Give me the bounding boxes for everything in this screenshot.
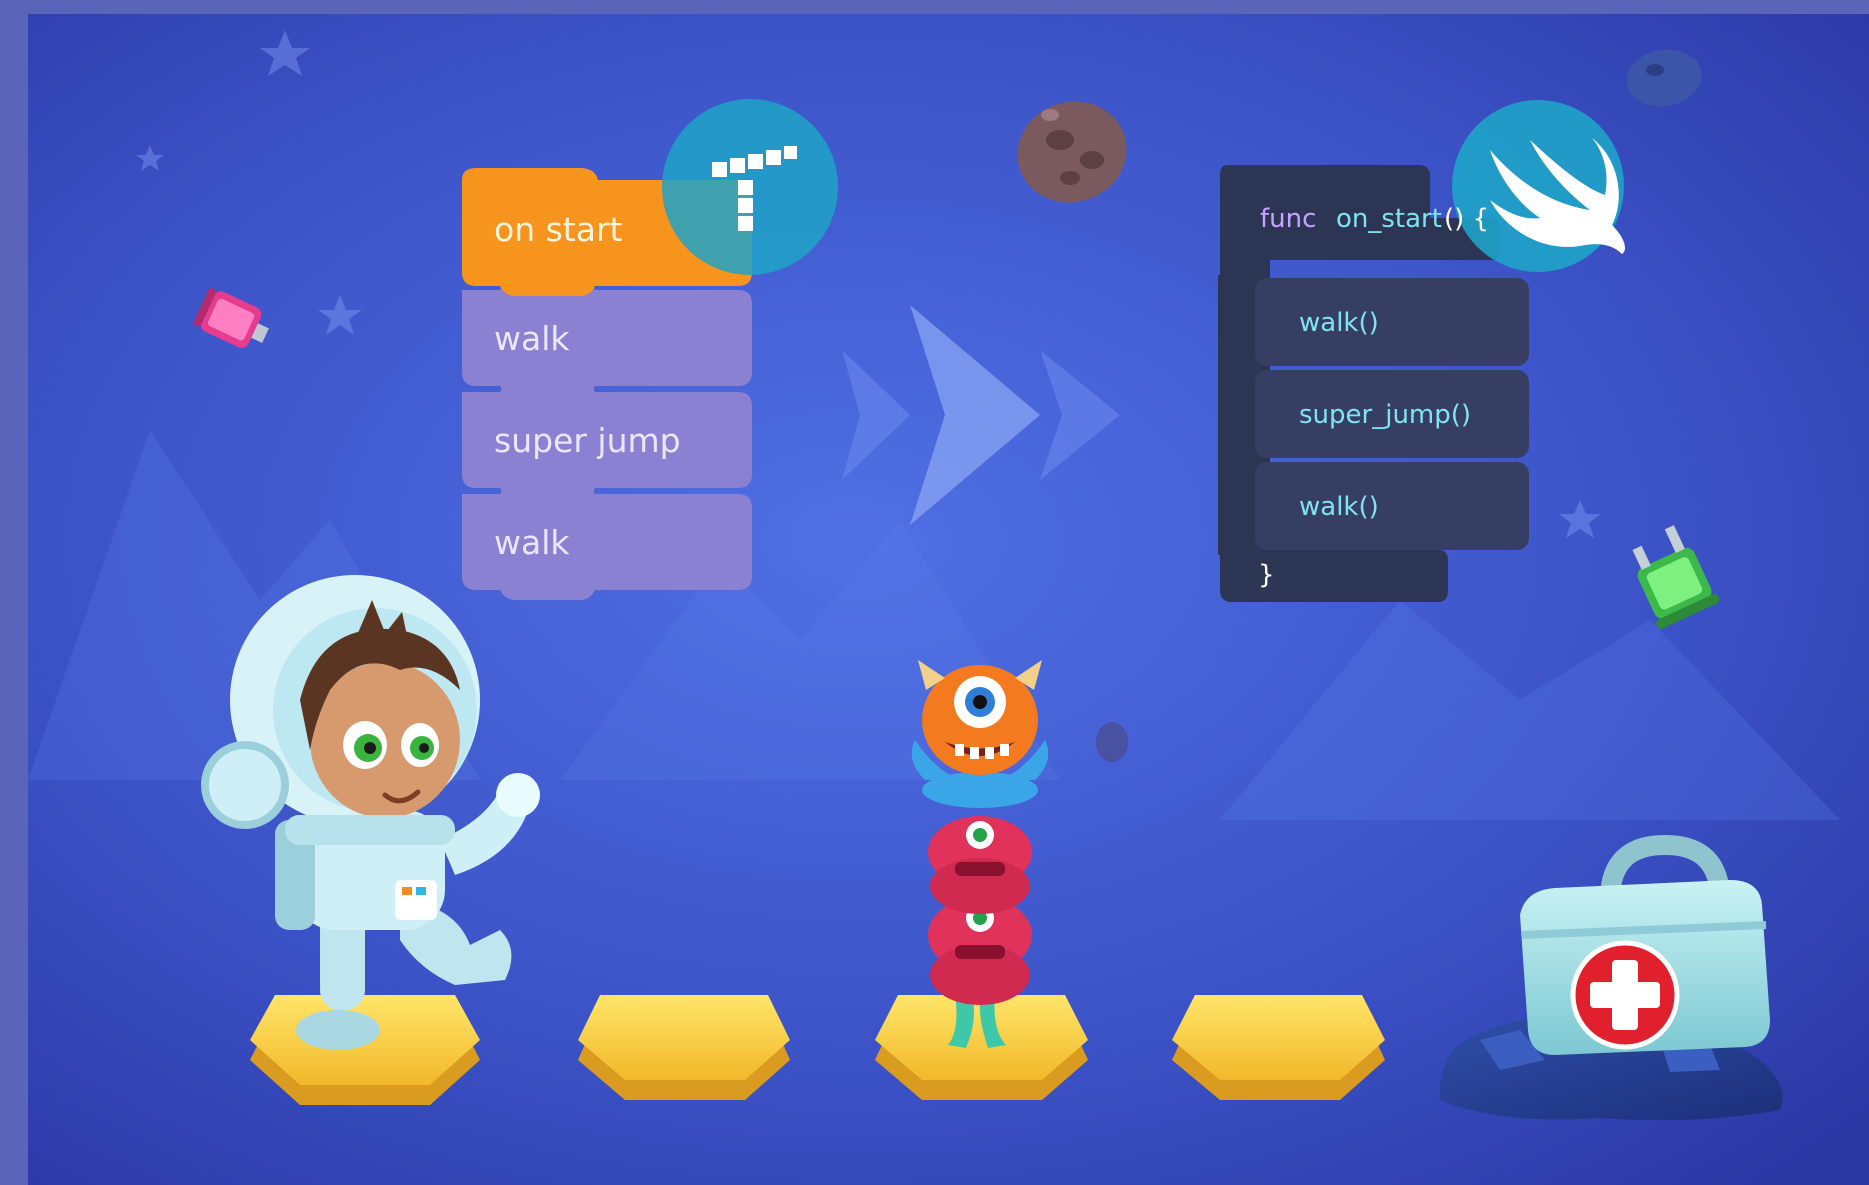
action-block-walk[interactable]: walk xyxy=(462,290,722,386)
action-block-label: walk xyxy=(494,318,570,358)
event-block-label: on start xyxy=(494,209,623,249)
action-block-label: walk xyxy=(494,522,570,562)
code-call-walk[interactable]: walk() xyxy=(1255,278,1529,366)
hex-platform xyxy=(250,995,480,1105)
game-scene: on start walk super jump walk func on_st… xyxy=(0,0,1869,1185)
code-call-label: walk() xyxy=(1299,492,1379,522)
code-call-label: super_jump() xyxy=(1299,400,1472,430)
code-closing-label: } xyxy=(1258,560,1275,590)
code-function-name: on_start xyxy=(1336,204,1442,234)
event-block-on-start[interactable]: on start xyxy=(462,185,712,273)
hex-platform xyxy=(1172,995,1385,1100)
code-signature-end: () { xyxy=(1444,204,1490,234)
action-block-walk[interactable]: walk xyxy=(462,494,722,590)
hex-platform xyxy=(578,995,790,1100)
code-call-walk[interactable]: walk() xyxy=(1255,462,1529,550)
swift-logo-icon xyxy=(1452,100,1625,272)
code-keyword: func xyxy=(1260,204,1317,234)
code-call-label: walk() xyxy=(1299,308,1379,338)
code-function-header[interactable]: func on_start () { xyxy=(1258,204,1558,240)
action-block-label: super jump xyxy=(494,420,681,460)
action-block-super-jump[interactable]: super jump xyxy=(462,392,732,488)
pebble xyxy=(1096,722,1128,762)
code-call-super-jump[interactable]: super_jump() xyxy=(1255,370,1529,458)
code-closing-brace: } xyxy=(1258,558,1298,594)
